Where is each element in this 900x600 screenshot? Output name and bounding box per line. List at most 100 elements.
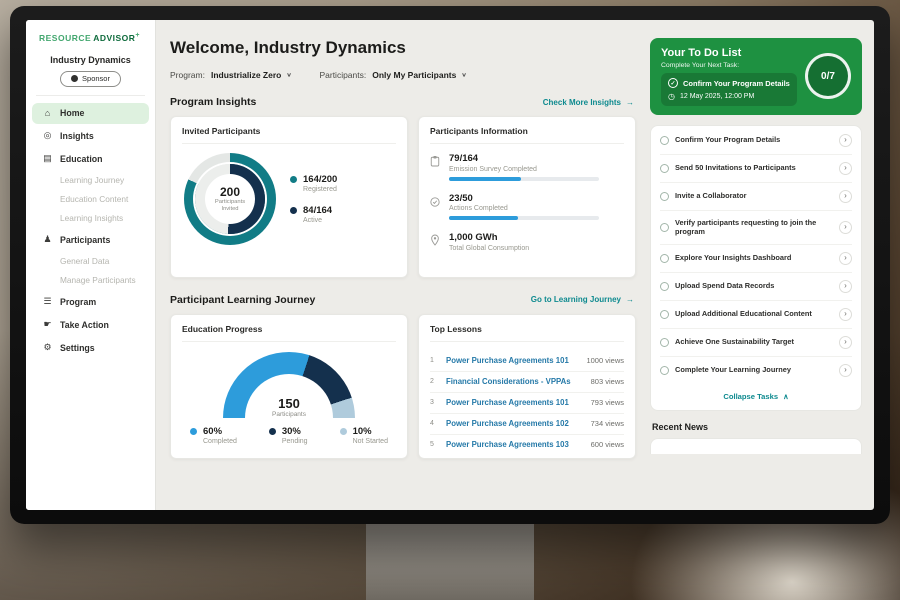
todo-subtitle: Complete Your Next Task: [661, 62, 797, 69]
sidebar-item-home[interactable]: ⌂ Home [32, 103, 149, 124]
lesson-row: 4 Power Purchase Agreements 102 734 view… [430, 414, 624, 435]
todo-task-row[interactable]: Achieve One Sustainability Target › [660, 329, 852, 357]
logo-resource: RESOURCE [39, 33, 91, 43]
todo-next-task[interactable]: ✓ Confirm Your Program Details ◷ 12 May … [661, 73, 797, 106]
legend-dot-completed [190, 428, 197, 435]
task-checkbox[interactable] [660, 254, 669, 263]
go-to-learning-journey-link[interactable]: Go to Learning Journey → [531, 295, 634, 304]
sidebar-item-education-content[interactable]: Education Content [32, 190, 149, 209]
todo-task-row[interactable]: Verify participants requesting to join t… [660, 211, 852, 245]
recent-news-title: Recent News [652, 422, 860, 432]
todo-task-row[interactable]: Upload Spend Data Records › [660, 273, 852, 301]
lesson-link[interactable]: Power Purchase Agreements 102 [446, 419, 583, 428]
chevron-right-icon[interactable]: › [839, 162, 852, 175]
todo-task-row[interactable]: Invite a Collaborator › [660, 183, 852, 211]
chevron-down-icon: ∨ [286, 72, 291, 78]
sidebar-item-manage-participants[interactable]: Manage Participants [32, 271, 149, 290]
todo-task-row[interactable]: Explore Your Insights Dashboard › [660, 245, 852, 273]
education-progress-card: Education Progress 150 Participants [170, 314, 408, 459]
sidebar-item-label: Program [60, 297, 96, 307]
sidebar-item-insights[interactable]: ◎ Insights [32, 125, 149, 147]
sidebar-item-settings[interactable]: ⚙ Settings [32, 337, 149, 359]
card-title: Participants Information [430, 126, 624, 144]
program-select[interactable]: Industrialize Zero ∨ [211, 70, 292, 80]
check-icon: ✓ [668, 78, 678, 88]
participants-icon: ♟ [42, 234, 53, 245]
stat-label: Actions Completed [449, 205, 599, 212]
location-pin-icon [430, 233, 441, 256]
monitor-stand [366, 520, 534, 600]
legend-item-not-started: 10% Not Started [340, 426, 388, 445]
task-label: Send 50 Invitations to Participants [675, 163, 833, 173]
app-logo: RESOURCEADVISOR+ [26, 32, 155, 43]
sidebar-item-education[interactable]: ▤ Education [32, 148, 149, 170]
task-label: Confirm Your Program Details [675, 135, 833, 145]
task-checkbox[interactable] [660, 310, 669, 319]
main-content: Welcome, Industry Dynamics Program: Indu… [156, 20, 648, 510]
participants-select[interactable]: Only My Participants ∨ [372, 70, 466, 80]
todo-progress-ring: 0/7 [805, 53, 851, 99]
lesson-link[interactable]: Power Purchase Agreements 101 [446, 356, 578, 365]
task-checkbox[interactable] [660, 366, 669, 375]
lesson-views: 734 views [591, 419, 624, 428]
sidebar-item-general-data[interactable]: General Data [32, 252, 149, 271]
task-checkbox[interactable] [660, 164, 669, 173]
lesson-row: 1 Power Purchase Agreements 101 1000 vie… [430, 351, 624, 372]
link-label: Go to Learning Journey [531, 295, 621, 304]
chevron-right-icon[interactable]: › [839, 221, 852, 234]
legend-label: Completed [203, 438, 237, 445]
sponsor-badge[interactable]: Sponsor [60, 71, 121, 87]
task-checkbox[interactable] [660, 338, 669, 347]
sidebar-item-take-action[interactable]: ☛ Take Action [32, 314, 149, 336]
lesson-link[interactable]: Power Purchase Agreements 103 [446, 440, 583, 449]
lesson-link[interactable]: Financial Considerations - VPPAs [446, 377, 583, 386]
chevron-right-icon[interactable]: › [839, 190, 852, 203]
arrow-right-icon: → [626, 98, 634, 107]
lesson-rank: 1 [430, 357, 438, 364]
legend-dot-not-started [340, 428, 347, 435]
todo-task-row[interactable]: Send 50 Invitations to Participants › [660, 155, 852, 183]
legend-value: 164/200 [303, 174, 337, 185]
monitor: RESOURCEADVISOR+ Industry Dynamics Spons… [10, 6, 890, 524]
todo-task-row[interactable]: Confirm Your Program Details › [660, 127, 852, 155]
lesson-link[interactable]: Power Purchase Agreements 101 [446, 398, 583, 407]
todo-task-row[interactable]: Upload Additional Educational Content › [660, 301, 852, 329]
chevron-right-icon[interactable]: › [839, 252, 852, 265]
sidebar-item-learning-insights[interactable]: Learning Insights [32, 209, 149, 228]
legend-value: 30% [282, 426, 308, 437]
chevron-right-icon[interactable]: › [839, 336, 852, 349]
task-label: Explore Your Insights Dashboard [675, 253, 833, 263]
chevron-right-icon[interactable]: › [839, 280, 852, 293]
check-more-insights-link[interactable]: Check More Insights → [543, 98, 634, 107]
task-label: Upload Additional Educational Content [675, 309, 833, 319]
task-checkbox[interactable] [660, 136, 669, 145]
lesson-views: 600 views [591, 440, 624, 449]
chevron-right-icon[interactable]: › [839, 308, 852, 321]
sidebar-item-label: Home [60, 108, 84, 118]
todo-panel: Your To Do List Complete Your Next Task:… [648, 20, 874, 510]
sidebar-item-learning-journey[interactable]: Learning Journey [32, 171, 149, 190]
stat-label: Emission Survey Completed [449, 166, 599, 173]
chevron-right-icon[interactable]: › [839, 364, 852, 377]
task-checkbox[interactable] [660, 282, 669, 291]
section-title-learning-journey: Participant Learning Journey [170, 294, 315, 306]
lesson-views: 793 views [591, 398, 624, 407]
legend-item-pending: 30% Pending [269, 426, 308, 445]
sidebar-item-participants[interactable]: ♟ Participants [32, 229, 149, 251]
progress-fill [449, 177, 521, 181]
participants-filter-label: Participants: [319, 70, 366, 80]
legend-dot-registered [290, 176, 297, 183]
sponsor-label: Sponsor [82, 74, 110, 83]
lesson-rank: 5 [430, 441, 438, 448]
task-checkbox[interactable] [660, 192, 669, 201]
task-checkbox[interactable] [660, 223, 669, 232]
todo-task-row[interactable]: Complete Your Learning Journey › [660, 357, 852, 384]
collapse-tasks-link[interactable]: Collapse Tasks ∧ [660, 384, 852, 409]
logo-advisor: ADVISOR [93, 33, 135, 43]
take-action-icon: ☛ [42, 319, 53, 330]
chevron-right-icon[interactable]: › [839, 134, 852, 147]
task-label: Invite a Collaborator [675, 191, 833, 201]
sidebar-item-program[interactable]: ☰ Program [32, 291, 149, 313]
collapse-label: Collapse Tasks [723, 392, 778, 401]
legend-label: Active [303, 217, 332, 224]
